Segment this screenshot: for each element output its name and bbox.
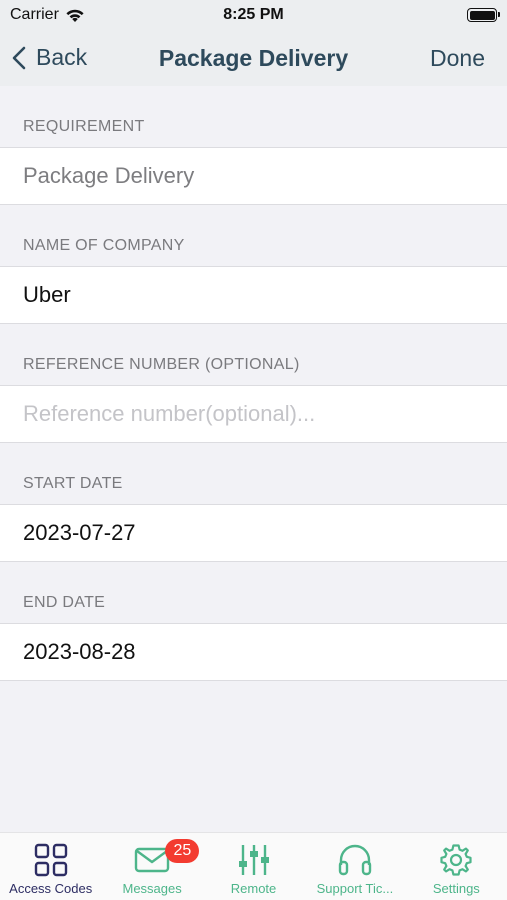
end-date-label: END DATE [23, 594, 106, 611]
tab-access-codes[interactable]: Access Codes [0, 833, 101, 900]
tab-label: Access Codes [9, 881, 93, 896]
start-date-row [0, 504, 507, 562]
tab-settings[interactable]: Settings [406, 833, 507, 900]
tab-bar: Access Codes Messages 25 Remote Support … [0, 832, 507, 900]
tab-messages[interactable]: Messages 25 [101, 833, 202, 900]
status-bar: Carrier 8:25 PM [0, 0, 507, 30]
company-label: NAME OF COMPANY [23, 237, 185, 254]
requirement-row [0, 147, 507, 205]
tab-label: Settings [432, 881, 480, 896]
start-date-label: START DATE [23, 475, 123, 492]
delivery-form: REQUIREMENT NAME OF COMPANY REFERENCE NU… [0, 86, 507, 681]
end-date-field[interactable] [23, 639, 493, 665]
gear-icon [440, 844, 472, 876]
tab-label: Support Tic... [316, 881, 394, 896]
company-row [0, 266, 507, 324]
reference-row [0, 385, 507, 443]
reference-number-field[interactable] [23, 401, 493, 427]
navigation-bar: Back Package Delivery Done [0, 30, 507, 86]
requirement-field [23, 163, 493, 189]
tab-support-tickets[interactable]: Support Tic... [304, 833, 405, 900]
status-time: 8:25 PM [223, 6, 284, 23]
tab-remote[interactable]: Remote [203, 833, 304, 900]
grid-icon [34, 843, 67, 877]
tab-label: Remote [230, 881, 277, 896]
start-date-field[interactable] [23, 520, 493, 546]
reference-label: REFERENCE NUMBER (OPTIONAL) [23, 356, 300, 373]
tab-label: Messages [122, 881, 182, 896]
company-name-field[interactable] [23, 282, 493, 308]
unread-badge: 25 [165, 839, 200, 863]
requirement-label: REQUIREMENT [23, 118, 145, 135]
done-button[interactable]: Done [430, 45, 485, 72]
end-date-row [0, 623, 507, 681]
battery-icon [467, 8, 500, 22]
headphones-icon [338, 844, 372, 876]
sliders-icon [238, 845, 269, 875]
